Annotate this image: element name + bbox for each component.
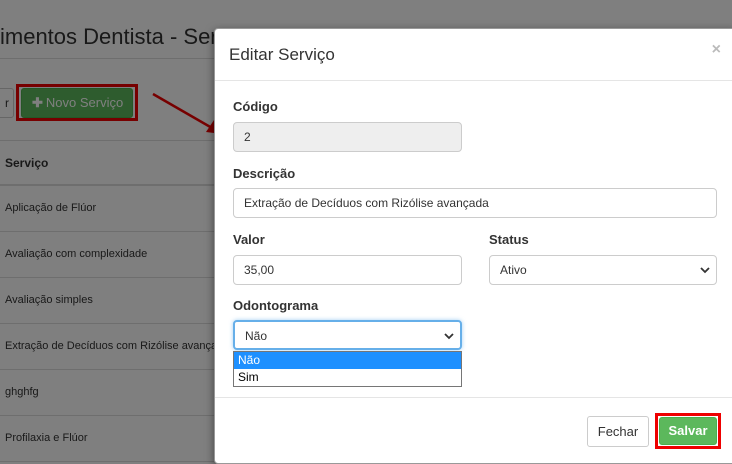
codigo-label: Código [233, 99, 278, 114]
chevron-down-icon [700, 267, 710, 274]
edit-service-modal: Editar Serviço × Código 2 Descrição Extr… [214, 28, 732, 464]
option-sim[interactable]: Sim [234, 369, 461, 386]
chevron-down-icon [444, 333, 454, 340]
codigo-field[interactable]: 2 [233, 122, 462, 152]
odontograma-select[interactable]: Não [233, 320, 462, 350]
modal-header: Editar Serviço × [215, 29, 732, 81]
valor-field[interactable]: 35,00 [233, 255, 462, 285]
status-select[interactable]: Ativo [489, 255, 717, 285]
status-label: Status [489, 232, 529, 247]
odontograma-label: Odontograma [233, 298, 319, 313]
descricao-label: Descrição [233, 166, 296, 181]
highlight-box [655, 413, 721, 449]
odontograma-dropdown: Não Sim [233, 351, 462, 387]
descricao-field[interactable]: Extração de Decíduos com Rizólise avança… [233, 188, 717, 218]
modal-footer: Fechar Salvar [215, 397, 732, 464]
status-value: Ativo [500, 263, 527, 277]
modal-title: Editar Serviço [229, 45, 335, 64]
close-button[interactable]: Fechar [587, 416, 649, 447]
option-nao[interactable]: Não [234, 352, 461, 369]
odontograma-value: Não [245, 329, 268, 343]
valor-label: Valor [233, 232, 265, 247]
close-icon[interactable]: × [712, 41, 721, 59]
